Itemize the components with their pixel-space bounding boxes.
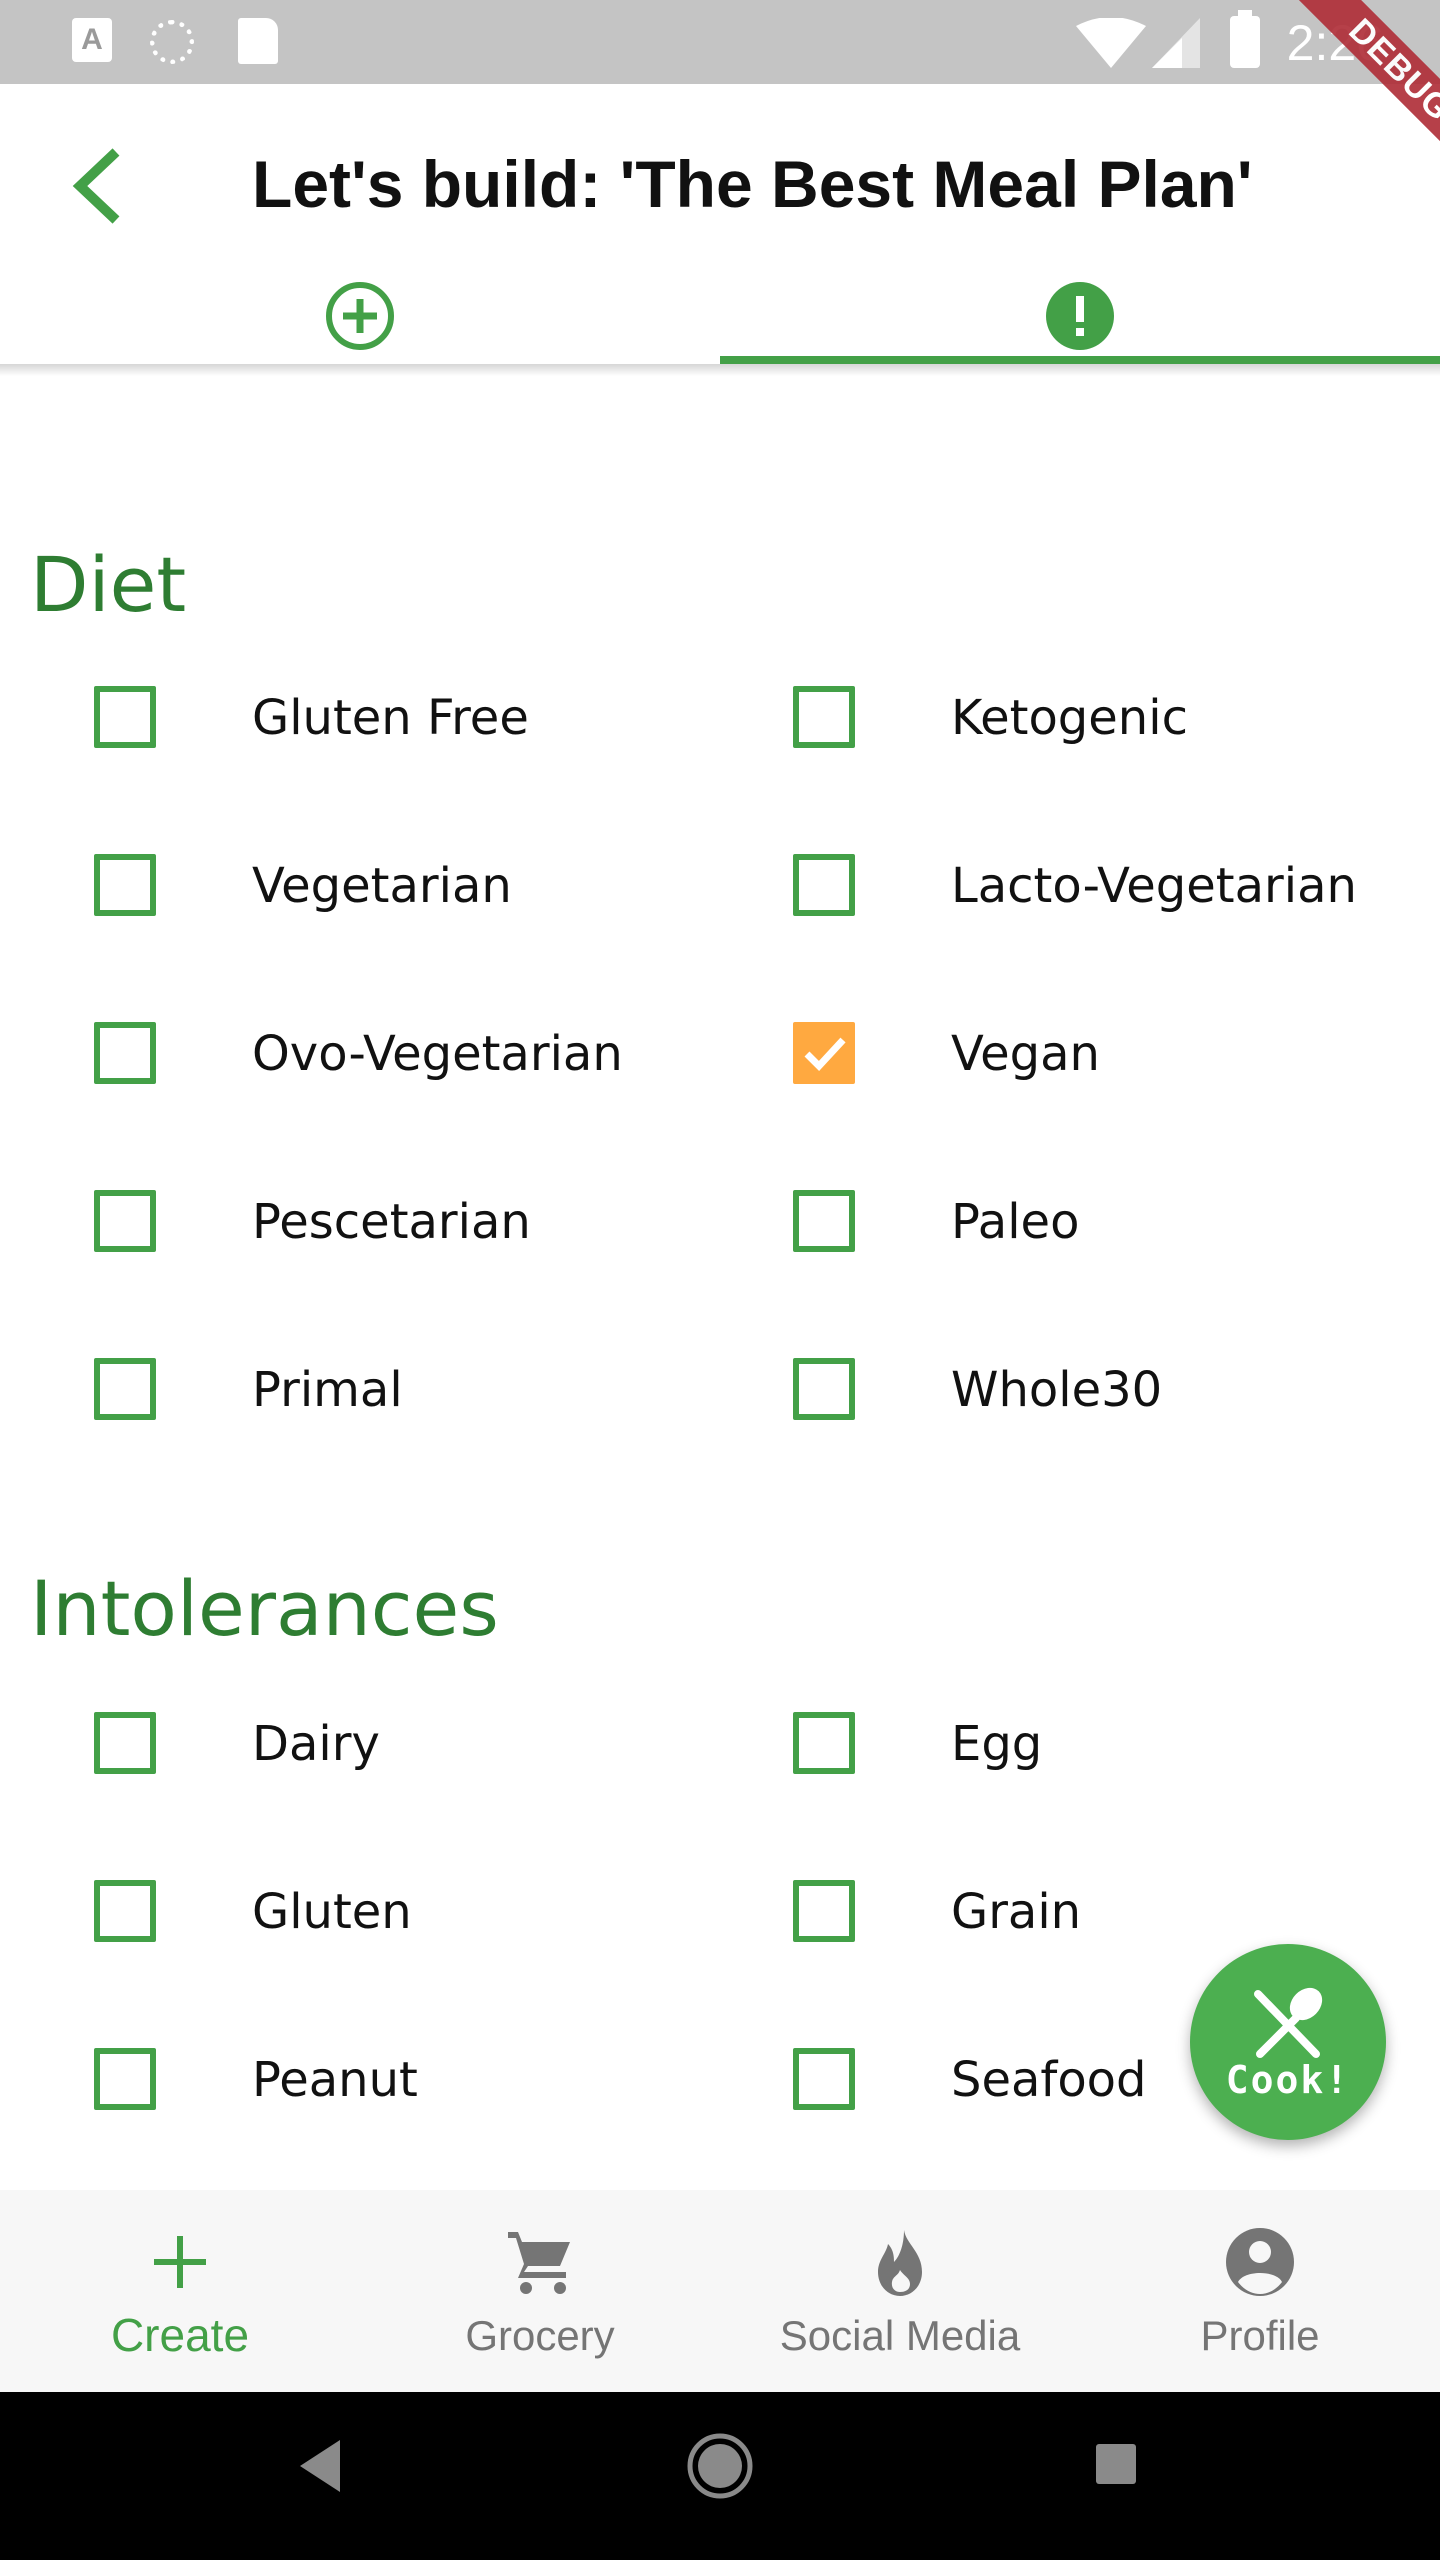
checkbox[interactable] (94, 1190, 156, 1252)
checkbox[interactable] (94, 686, 156, 748)
tabs-divider (0, 364, 1440, 376)
diet-option[interactable]: Ketogenic (793, 686, 1413, 786)
checkbox[interactable] (793, 686, 855, 748)
account-circle-icon (1226, 2228, 1294, 2296)
sync-notification-icon (150, 20, 194, 64)
diet-option[interactable]: Vegetarian (94, 854, 694, 954)
checkbox-checked[interactable] (793, 1022, 855, 1084)
option-label: Whole30 (951, 1362, 1163, 1418)
intolerance-option[interactable]: Grain (793, 1880, 1173, 1980)
checkbox[interactable] (793, 2048, 855, 2110)
checkbox[interactable] (793, 1190, 855, 1252)
checkbox[interactable] (793, 854, 855, 916)
option-label: Dairy (252, 1716, 380, 1772)
checkbox[interactable] (94, 1022, 156, 1084)
status-bar: A 2:26 (0, 0, 1440, 84)
diet-option[interactable]: Vegan (793, 1022, 1413, 1122)
cart-icon (508, 2232, 570, 2294)
option-label: Pescetarian (252, 1194, 531, 1250)
checkbox[interactable] (94, 854, 156, 916)
checkbox[interactable] (94, 1358, 156, 1420)
checkbox[interactable] (793, 1880, 855, 1942)
diet-option[interactable]: Whole30 (793, 1358, 1413, 1458)
checkmark-icon (804, 1037, 846, 1072)
diet-option[interactable]: Pescetarian (94, 1190, 694, 1290)
tab-add[interactable] (0, 280, 720, 364)
option-label: Vegan (951, 1026, 1100, 1082)
option-label: Gluten Free (252, 690, 529, 746)
checkbox[interactable] (94, 1880, 156, 1942)
tab-alert[interactable] (720, 280, 1440, 364)
alert-circle-icon (1046, 282, 1114, 350)
option-label: Seafood (951, 2052, 1147, 2108)
system-recents-icon[interactable] (1094, 2442, 1138, 2486)
sd-card-icon (238, 18, 278, 64)
nav-grocery[interactable]: Grocery (360, 2190, 720, 2392)
cell-signal-icon (1152, 18, 1200, 68)
nav-label: Social Media (779, 2312, 1021, 2359)
checkbox[interactable] (94, 1712, 156, 1774)
cook-button[interactable]: Cook! (1190, 1944, 1386, 2140)
checkbox[interactable] (793, 1712, 855, 1774)
system-home-icon[interactable] (686, 2432, 754, 2500)
add-circle-icon (326, 282, 394, 350)
diet-option[interactable]: Gluten Free (94, 686, 694, 786)
diet-option[interactable]: Ovo-Vegetarian (94, 1022, 694, 1122)
cook-button-label: Cook! (1225, 2058, 1351, 2102)
system-back-icon[interactable] (296, 2436, 344, 2496)
debug-banner: DEBUG (1240, 0, 1440, 200)
section-title-intolerances: Intolerances (30, 1564, 499, 1653)
nav-label: Create (110, 2309, 250, 2361)
option-label: Grain (951, 1884, 1082, 1940)
intolerance-option[interactable]: Seafood (793, 2048, 1173, 2148)
app-bar: Let's build: 'The Best Meal Plan' (0, 84, 1440, 364)
flame-icon (878, 2230, 922, 2296)
nav-create[interactable]: Create (0, 2190, 360, 2392)
option-label: Ovo-Vegetarian (252, 1026, 623, 1082)
diet-option[interactable]: Paleo (793, 1190, 1413, 1290)
option-label: Gluten (252, 1884, 412, 1940)
option-label: Ketogenic (951, 690, 1188, 746)
back-arrow-icon (72, 148, 120, 224)
nav-social-media[interactable]: Social Media (720, 2190, 1080, 2392)
option-label: Egg (951, 1716, 1043, 1772)
wifi-icon (1076, 18, 1146, 68)
plus-icon (154, 2236, 206, 2288)
intolerance-option[interactable]: Peanut (94, 2048, 694, 2148)
bottom-navigation: Create Grocery Social Media Profile (0, 2190, 1440, 2392)
fork-spoon-icon (1254, 1987, 1323, 2058)
system-navigation-bar (0, 2392, 1440, 2560)
back-button[interactable] (60, 138, 140, 234)
checkbox[interactable] (94, 2048, 156, 2110)
option-label: Primal (252, 1362, 403, 1418)
intolerance-option[interactable]: Dairy (94, 1712, 694, 1812)
diet-option[interactable]: Lacto-Vegetarian (793, 854, 1413, 954)
nav-profile[interactable]: Profile (1080, 2190, 1440, 2392)
diet-option[interactable]: Primal (94, 1358, 694, 1458)
nav-label: Grocery (465, 2312, 615, 2359)
page-title: Let's build: 'The Best Meal Plan' (252, 147, 1253, 221)
intolerance-option[interactable]: Gluten (94, 1880, 694, 1980)
option-label: Vegetarian (252, 858, 512, 914)
debug-banner-label: DEBUG (1292, 0, 1440, 178)
checkbox[interactable] (793, 1358, 855, 1420)
intolerance-option[interactable]: Egg (793, 1712, 1413, 1812)
option-label: Peanut (252, 2052, 418, 2108)
option-label: Lacto-Vegetarian (951, 858, 1357, 914)
nav-label: Profile (1200, 2312, 1320, 2359)
tab-indicator (720, 356, 1440, 364)
option-label: Paleo (951, 1194, 1080, 1250)
keyboard-notification-icon: A (72, 18, 112, 62)
section-title-diet: Diet (30, 540, 187, 629)
